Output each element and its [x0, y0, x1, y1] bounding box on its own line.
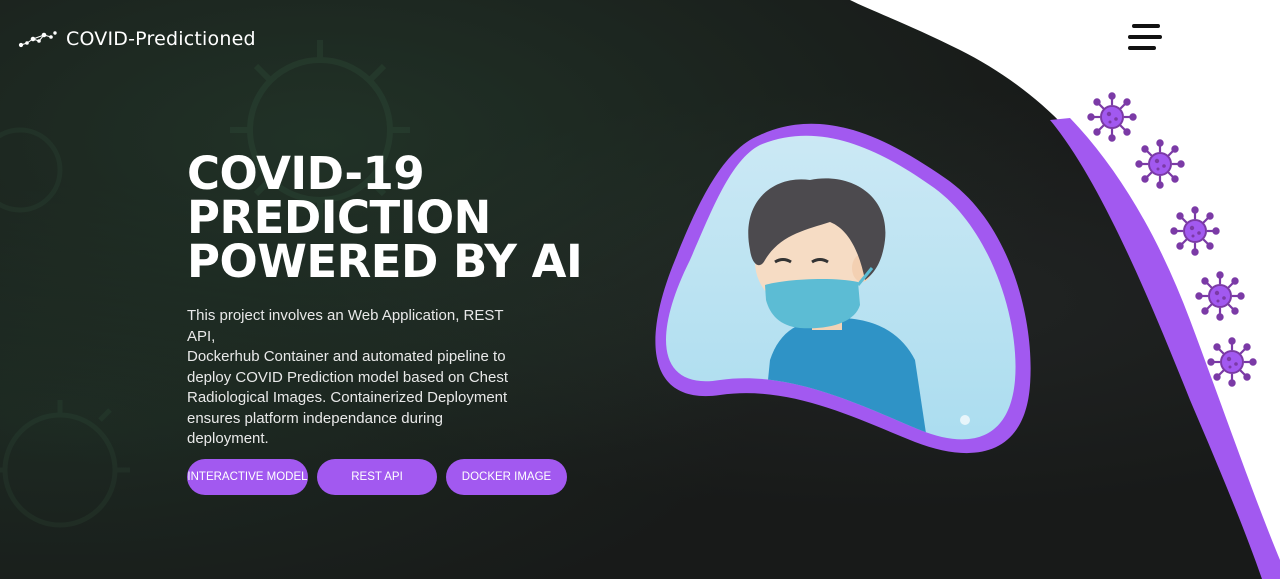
- hero-description: This project involves an Web Application…: [187, 306, 527, 450]
- hero-title-line: POWERED BY AI: [187, 235, 583, 288]
- virus-icon: [1207, 337, 1257, 387]
- brand-name: COVID-Predictioned: [66, 28, 256, 50]
- virus-icon: [1195, 271, 1245, 321]
- virus-icon: [1135, 139, 1185, 189]
- description-line: deploy COVID Prediction model based on C…: [187, 368, 509, 386]
- virus-icon: [1170, 206, 1220, 256]
- description-line: deployment.: [187, 430, 269, 447]
- hero-section: COVID-19 PREDICTION POWERED BY AI This p…: [187, 147, 607, 450]
- hero-title-line: COVID-19: [187, 147, 425, 200]
- interactive-model-button[interactable]: INTERACTIVE MODEL: [187, 459, 308, 495]
- menu-line: [1128, 46, 1156, 50]
- docker-image-button[interactable]: DOCKER IMAGE: [446, 459, 567, 495]
- hero-buttons: INTERACTIVE MODEL REST API DOCKER IMAGE: [187, 459, 567, 495]
- description-line: ensures platform independance during: [187, 409, 444, 427]
- description-line: This project involves an Web Application…: [187, 307, 504, 345]
- network-dots-icon: [18, 31, 57, 48]
- rest-api-button[interactable]: REST API: [317, 459, 437, 495]
- hero-title: COVID-19 PREDICTION POWERED BY AI: [187, 147, 607, 288]
- hamburger-menu-icon[interactable]: [1128, 24, 1162, 50]
- menu-line: [1132, 24, 1160, 28]
- menu-line: [1128, 35, 1162, 39]
- hero-title-line: PREDICTION: [187, 191, 491, 244]
- virus-icon: [1087, 92, 1137, 142]
- navbar-brand[interactable]: COVID-Predictioned: [18, 26, 256, 52]
- description-line: Dockerhub Container and automated pipeli…: [187, 348, 506, 365]
- description-line: Radiological Images. Containerized Deplo…: [187, 389, 508, 406]
